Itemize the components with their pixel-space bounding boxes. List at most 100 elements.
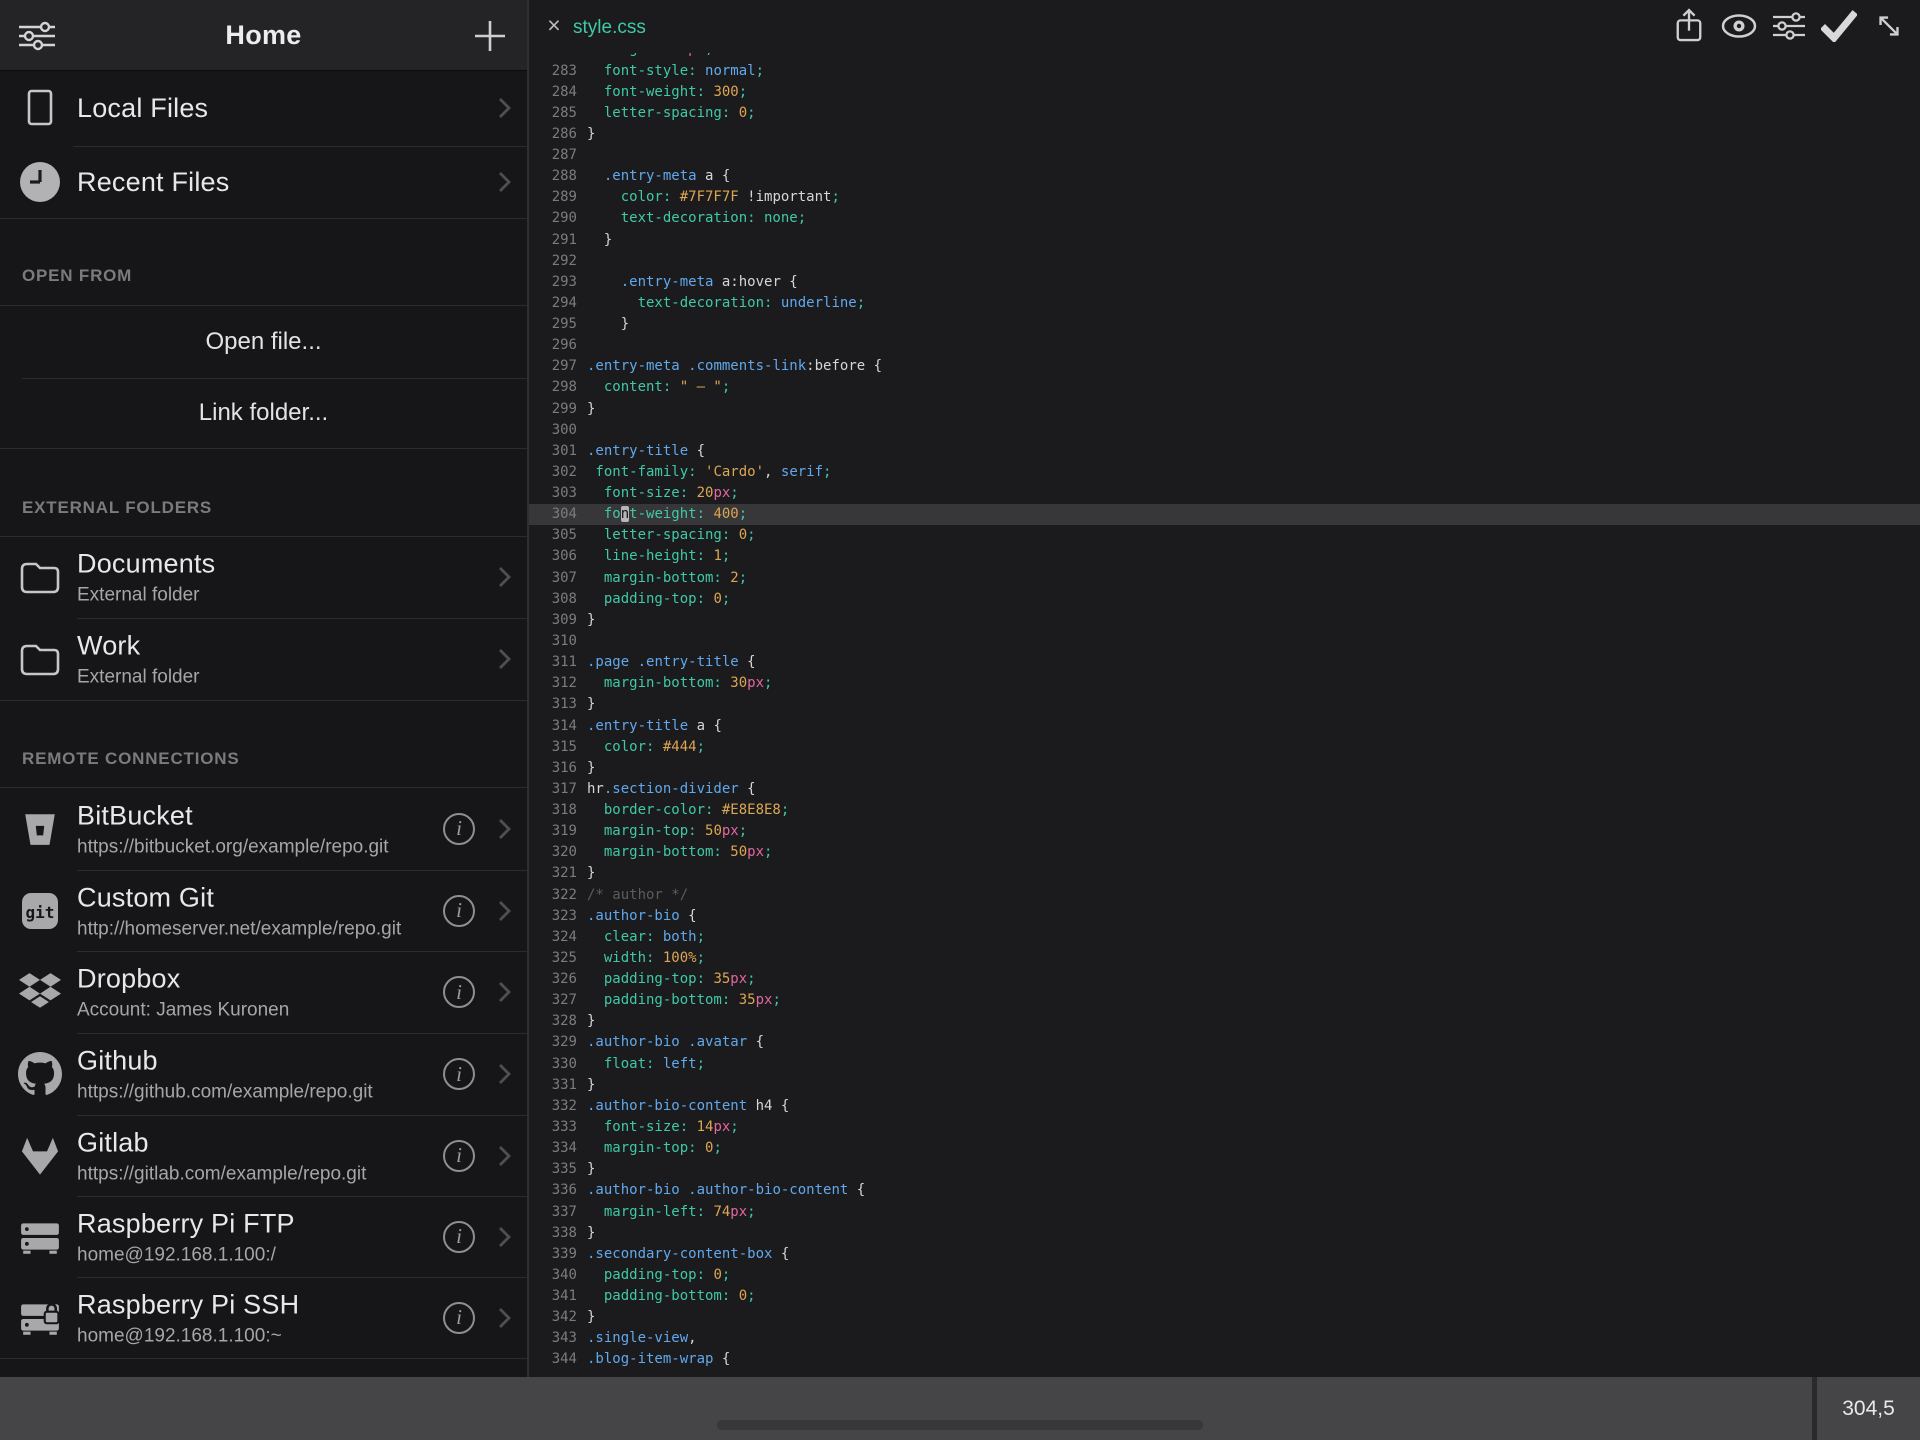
chevron-right-icon xyxy=(498,900,511,922)
code-line: 285 letter-spacing: 0; xyxy=(529,103,1920,124)
line-number: 305 xyxy=(529,525,577,546)
fullscreen-button[interactable] xyxy=(1870,7,1908,45)
line-number: 295 xyxy=(529,314,577,335)
sidebar-item-documents[interactable]: Documents External folder xyxy=(0,536,527,618)
sidebar: Home Local Files xyxy=(0,0,527,1440)
code-line: 328} xyxy=(529,1011,1920,1032)
code-line: 339.secondary-content-box { xyxy=(529,1244,1920,1265)
done-button[interactable] xyxy=(1820,7,1858,45)
chevron-right-icon xyxy=(498,1063,511,1085)
line-number: 307 xyxy=(529,568,577,589)
connection-subtitle: home@192.168.1.100:/ xyxy=(77,1243,437,1266)
sidebar-item-work[interactable]: Work External folder xyxy=(0,618,527,700)
sidebar-item-dropbox[interactable]: Dropbox Account: James Kuronen i xyxy=(0,951,527,1033)
code-line: 295 } xyxy=(529,314,1920,335)
line-number: 340 xyxy=(529,1265,577,1286)
chevron-right-icon xyxy=(498,566,511,588)
line-number: 329 xyxy=(529,1032,577,1053)
code-line: 309} xyxy=(529,610,1920,631)
line-number: 326 xyxy=(529,969,577,990)
home-indicator[interactable] xyxy=(717,1420,1203,1430)
chevron-right-icon xyxy=(498,648,511,670)
sliders-icon xyxy=(1772,11,1806,41)
info-icon[interactable]: i xyxy=(443,1221,475,1253)
info-icon[interactable]: i xyxy=(443,976,475,1008)
line-number: 344 xyxy=(529,1349,577,1370)
sidebar-item-custom-git[interactable]: git Custom Git http://homeserver.net/exa… xyxy=(0,870,527,951)
code-line: 325 width: 100%; xyxy=(529,948,1920,969)
line-number: 315 xyxy=(529,737,577,758)
cursor-position-indicator[interactable]: 304,5 xyxy=(1812,1377,1920,1440)
code-line: 319 margin-top: 50px; xyxy=(529,821,1920,842)
code-line: 290 text-decoration: none; xyxy=(529,208,1920,229)
text-cursor: n xyxy=(621,506,629,522)
link-folder-button[interactable]: Link folder... xyxy=(0,378,527,448)
open-file-button[interactable]: Open file... xyxy=(0,305,527,378)
line-number: 331 xyxy=(529,1075,577,1096)
plus-icon xyxy=(472,18,508,54)
sidebar-item-github[interactable]: Github https://github.com/example/repo.g… xyxy=(0,1033,527,1115)
share-button[interactable] xyxy=(1670,7,1708,45)
code-line: 282 margin: 20px; xyxy=(529,53,1920,61)
line-number: 296 xyxy=(529,335,577,356)
line-number: 338 xyxy=(529,1223,577,1244)
connection-subtitle: Account: James Kuronen xyxy=(77,999,437,1022)
connection-subtitle: https://bitbucket.org/example/repo.git xyxy=(77,835,437,858)
code-line: 333 font-size: 14px; xyxy=(529,1117,1920,1138)
code-line: 338} xyxy=(529,1223,1920,1244)
info-icon[interactable]: i xyxy=(443,1302,475,1334)
close-tab-button[interactable]: × xyxy=(541,12,567,38)
line-number: 330 xyxy=(529,1054,577,1075)
code-line: 343.single-view, xyxy=(529,1328,1920,1349)
line-number: 303 xyxy=(529,483,577,504)
info-icon[interactable]: i xyxy=(443,895,475,927)
chevron-right-icon xyxy=(498,981,511,1003)
filter-settings-button[interactable] xyxy=(16,15,58,57)
add-button[interactable] xyxy=(469,15,511,57)
code-line: 344.blog-item-wrap { xyxy=(529,1349,1920,1370)
line-number: 290 xyxy=(529,208,577,229)
chevron-right-icon xyxy=(498,171,511,193)
chevron-right-icon xyxy=(498,1226,511,1248)
code-line: 315 color: #444; xyxy=(529,737,1920,758)
code-line: 318 border-color: #E8E8E8; xyxy=(529,800,1920,821)
preview-button[interactable] xyxy=(1720,7,1758,45)
code-editor[interactable]: × style.css xyxy=(527,0,1920,1377)
line-number: 301 xyxy=(529,441,577,462)
line-number: 313 xyxy=(529,694,577,715)
code-line: 311.page .entry-title { xyxy=(529,652,1920,673)
divider xyxy=(0,218,527,219)
code-line: 307 margin-bottom: 2; xyxy=(529,568,1920,589)
share-icon xyxy=(1674,8,1704,44)
tab-filename[interactable]: style.css xyxy=(573,17,646,39)
code-lines[interactable]: 282 margin: 20px;283 font-style: normal;… xyxy=(529,53,1920,1377)
line-number: 292 xyxy=(529,251,577,272)
info-icon[interactable]: i xyxy=(443,813,475,845)
code-line: 329.author-bio .avatar { xyxy=(529,1032,1920,1053)
line-number: 287 xyxy=(529,145,577,166)
sidebar-item-gitlab[interactable]: Gitlab https://gitlab.com/example/repo.g… xyxy=(0,1115,527,1196)
line-number: 286 xyxy=(529,124,577,145)
info-icon[interactable]: i xyxy=(443,1140,475,1172)
sidebar-item-bitbucket[interactable]: BitBucket https://bitbucket.org/example/… xyxy=(0,787,527,870)
server-icon xyxy=(16,1196,64,1277)
line-number: 333 xyxy=(529,1117,577,1138)
line-number: 304 xyxy=(529,504,577,525)
sidebar-item-raspberry-pi-ssh[interactable]: Raspberry Pi SSH home@192.168.1.100:~ i xyxy=(0,1277,527,1358)
editor-settings-button[interactable] xyxy=(1770,7,1808,45)
svg-text:git: git xyxy=(26,903,55,922)
code-line: 308 padding-top: 0; xyxy=(529,589,1920,610)
sidebar-item-recent-files[interactable]: Recent Files xyxy=(0,146,527,218)
sidebar-item-raspberry-pi-ftp[interactable]: Raspberry Pi FTP home@192.168.1.100:/ i xyxy=(0,1196,527,1277)
sidebar-item-local-files[interactable]: Local Files xyxy=(0,70,527,146)
code-line: 327 padding-bottom: 35px; xyxy=(529,990,1920,1011)
line-number: 311 xyxy=(529,652,577,673)
code-line: 284 font-weight: 300; xyxy=(529,82,1920,103)
info-icon[interactable]: i xyxy=(443,1058,475,1090)
line-number: 321 xyxy=(529,863,577,884)
expand-icon xyxy=(1873,10,1905,42)
line-number: 314 xyxy=(529,716,577,737)
code-line: 313} xyxy=(529,694,1920,715)
code-line: 322/* author */ xyxy=(529,885,1920,906)
line-number: 294 xyxy=(529,293,577,314)
